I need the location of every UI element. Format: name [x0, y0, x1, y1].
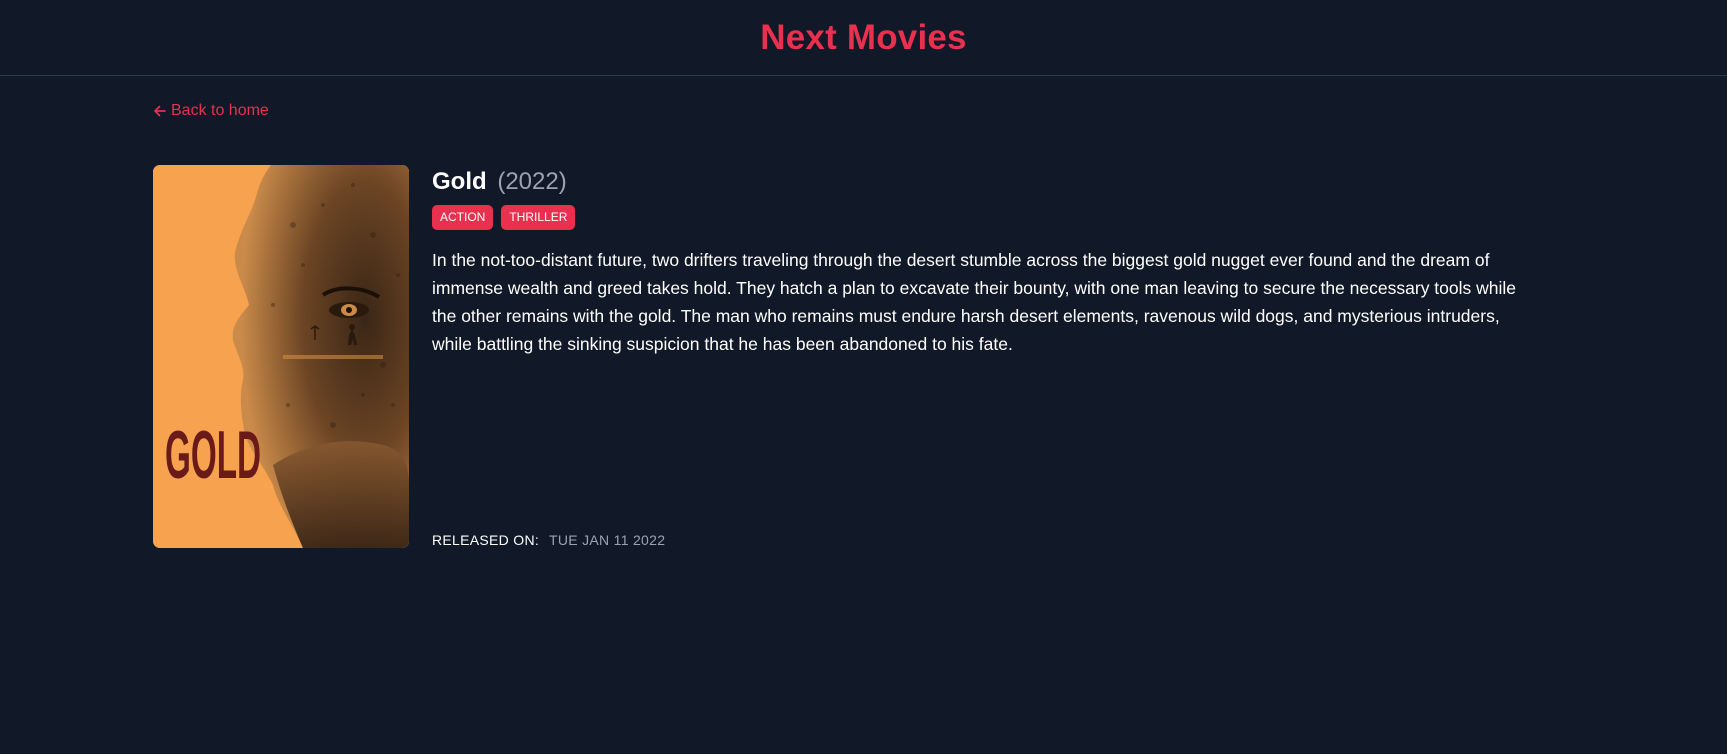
app-header: Next Movies [0, 0, 1727, 76]
movie-year: (2022) [497, 168, 567, 195]
poster-artwork: GOLD [153, 165, 409, 548]
release-date: RELEASED ON: TUE JAN 11 2022 [432, 532, 665, 548]
genre-list: ACTION THRILLER [432, 205, 1527, 230]
release-date-value: TUE JAN 11 2022 [549, 532, 666, 548]
release-date-label: RELEASED ON: [432, 532, 540, 548]
movie-poster: GOLD [153, 165, 409, 548]
movie-overview: In the not-too-distant future, two drift… [432, 250, 1517, 354]
movie-info: Gold (2022) ACTION THRILLER In the not-t… [432, 165, 1527, 548]
poster-title: GOLD [165, 417, 261, 493]
genre-badge-thriller[interactable]: THRILLER [501, 205, 576, 230]
back-link-label: Back to home [171, 102, 269, 119]
arrow-left-icon [154, 105, 166, 117]
movie-title-row: Gold (2022) [432, 165, 1527, 199]
app-title[interactable]: Next Movies [760, 18, 966, 58]
genre-badge-action[interactable]: ACTION [432, 205, 494, 230]
movie-title: Gold [432, 168, 487, 195]
back-to-home-link[interactable]: Back to home [153, 102, 269, 120]
